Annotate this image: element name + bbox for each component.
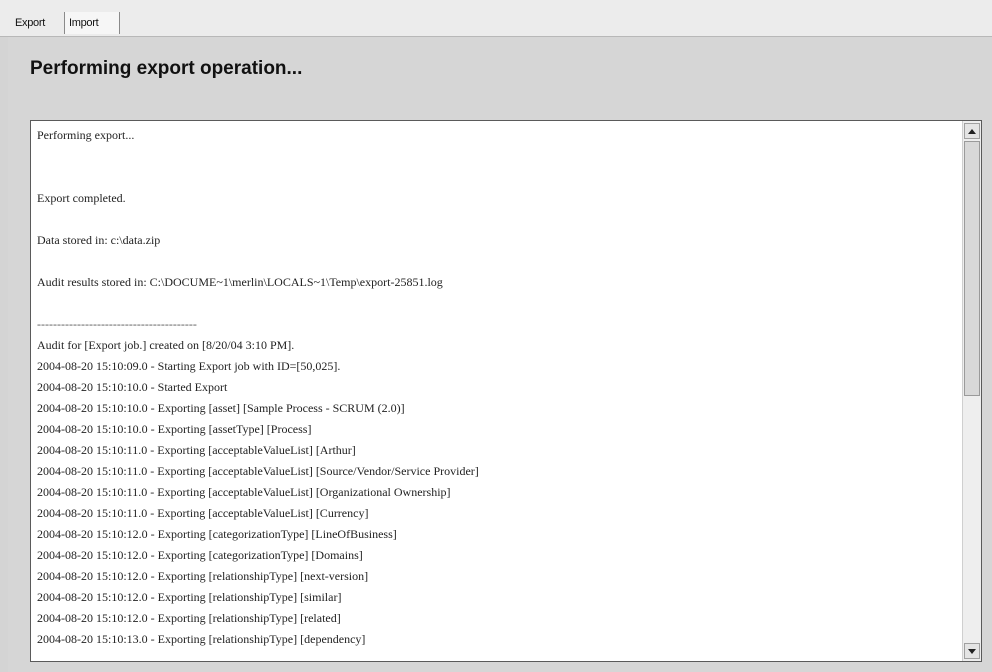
scroll-up-button[interactable]: [964, 123, 980, 139]
log-line: 2004-08-20 15:10:11.0 - Exporting [accep…: [37, 506, 369, 520]
log-line: Audit results stored in: C:\DOCUME~1\mer…: [37, 275, 443, 289]
log-line: 2004-08-20 15:10:12.0 - Exporting [categ…: [37, 548, 363, 562]
log-line: 2004-08-20 15:10:12.0 - Exporting [categ…: [37, 527, 397, 541]
log-line: 2004-08-20 15:10:11.0 - Exporting [accep…: [37, 443, 356, 457]
scroll-down-button[interactable]: [964, 643, 980, 659]
log-line: 2004-08-20 15:10:10.0 - Started Export: [37, 380, 228, 394]
tab-import[interactable]: Import: [64, 12, 120, 34]
log-line: Audit for [Export job.] created on [8/20…: [37, 338, 295, 352]
log-output-area[interactable]: Performing export... Export completed. Dat…: [30, 120, 982, 662]
tab-bar: Export Import: [0, 0, 992, 37]
log-text[interactable]: Performing export... Export completed. Dat…: [31, 121, 961, 661]
scrollbar-thumb[interactable]: [964, 141, 980, 396]
log-line: 2004-08-20 15:10:10.0 - Exporting [asset…: [37, 422, 312, 436]
log-line: Data stored in: c:\data.zip: [37, 233, 161, 247]
vertical-scrollbar[interactable]: [962, 121, 981, 661]
log-line: 2004-08-20 15:10:13.0 - Exporting [relat…: [37, 632, 366, 646]
tab-export[interactable]: Export: [15, 12, 63, 34]
page-title: Performing export operation...: [30, 58, 303, 79]
chevron-up-icon: [968, 128, 976, 134]
log-line: 2004-08-20 15:10:11.0 - Exporting [accep…: [37, 464, 479, 478]
log-line: 2004-08-20 15:10:12.0 - Exporting [relat…: [37, 611, 341, 625]
log-line: 2004-08-20 15:10:12.0 - Exporting [relat…: [37, 569, 369, 583]
log-line: ----------------------------------------: [37, 317, 197, 331]
chevron-down-icon: [968, 648, 976, 654]
log-line: 2004-08-20 15:10:11.0 - Exporting [accep…: [37, 485, 451, 499]
log-line: Performing export...: [37, 128, 135, 142]
log-line: Export completed.: [37, 191, 126, 205]
log-line: 2004-08-20 15:10:12.0 - Exporting [relat…: [37, 590, 342, 604]
log-line: 2004-08-20 15:10:10.0 - Exporting [asset…: [37, 401, 405, 415]
log-line: 2004-08-20 15:10:09.0 - Starting Export …: [37, 359, 341, 373]
